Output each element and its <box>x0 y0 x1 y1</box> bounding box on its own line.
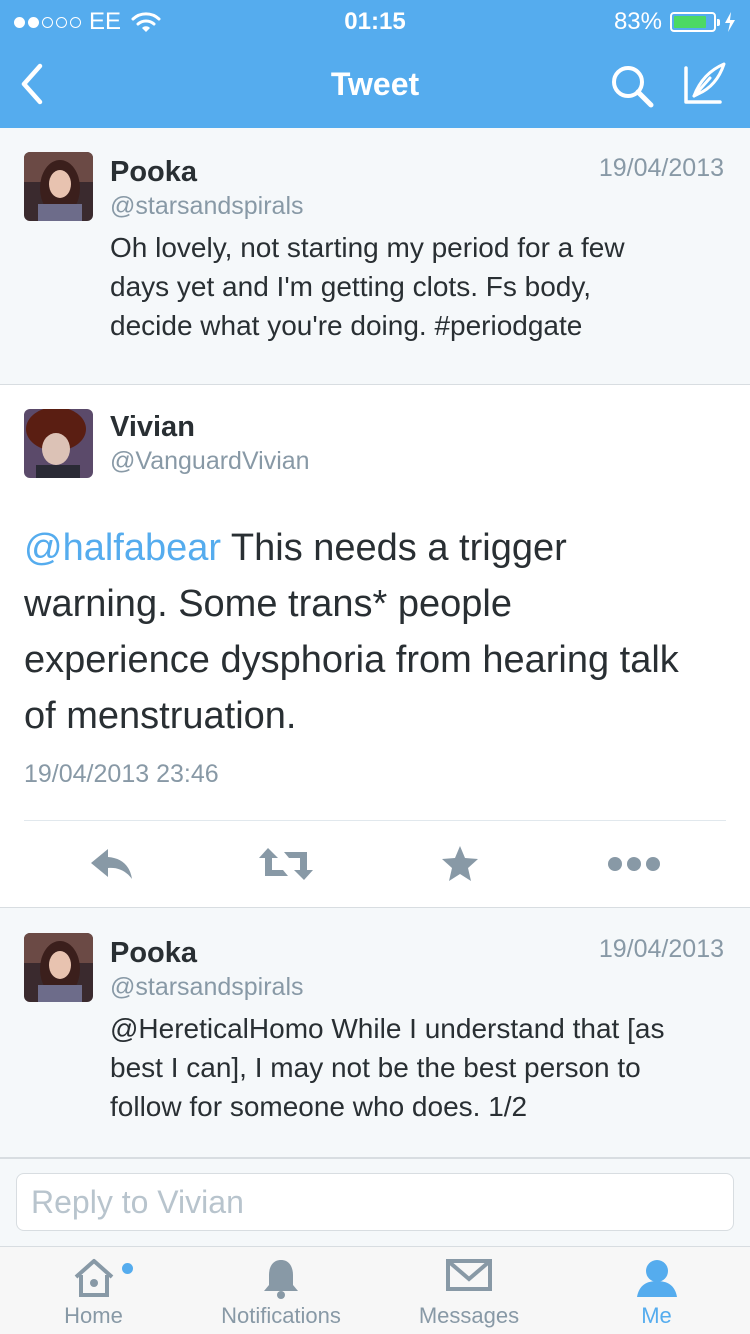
compose-quill-icon <box>684 62 726 104</box>
divider <box>24 820 726 821</box>
avatar[interactable] <box>24 933 93 1002</box>
mention-link[interactable]: @halfabear <box>24 527 221 569</box>
author-handle: @starsandspirals <box>110 192 304 220</box>
tweet-text-line: warning. Some trans* people <box>24 583 512 625</box>
tweet-timestamp: 19/04/2013 23:46 <box>24 760 219 788</box>
author-name[interactable]: Pooka <box>110 937 197 970</box>
nav-bar: Tweet <box>0 40 750 128</box>
author-name[interactable]: Pooka <box>110 156 197 189</box>
battery-percent: 83% <box>613 8 662 35</box>
tweet-date: 19/04/2013 <box>598 154 724 182</box>
tweet-text-line: of menstruation. <box>24 695 297 737</box>
home-icon <box>74 1259 113 1297</box>
battery-icon <box>670 12 720 32</box>
battery-level <box>674 16 706 28</box>
more-button[interactable] <box>604 836 664 892</box>
tweet-text: @HereticalHomo While I understand that [… <box>110 1009 710 1126</box>
avatar[interactable] <box>24 152 93 221</box>
tweet-text-line: days yet and I'm getting clots. Fs body, <box>110 271 592 302</box>
search-icon <box>612 66 654 108</box>
charging-bolt-icon <box>725 12 735 32</box>
compose-button[interactable] <box>680 58 730 108</box>
tab-label: Me <box>641 1303 672 1328</box>
favorite-star-icon <box>442 846 478 881</box>
tweet-item[interactable]: Pooka @starsandspirals 19/04/2013 @Heret… <box>0 909 750 1158</box>
bell-icon <box>264 1260 298 1299</box>
tweet-item[interactable]: Pooka @starsandspirals 19/04/2013 Oh lov… <box>0 128 750 385</box>
tweet-text-line: Oh lovely, not starting my period for a … <box>110 232 625 263</box>
tab-me[interactable]: Me <box>563 1247 750 1334</box>
favorite-button[interactable] <box>430 836 490 892</box>
tweet-text-line: This needs a trigger <box>221 527 567 569</box>
tab-notifications[interactable]: Notifications <box>187 1247 375 1334</box>
tab-label: Home <box>64 1303 123 1328</box>
reply-button[interactable] <box>82 836 142 892</box>
person-icon <box>636 1260 677 1297</box>
app-header: EE 01:15 83% Tweet <box>0 0 750 128</box>
tweet-date: 19/04/2013 <box>598 935 724 963</box>
tweet-text: Oh lovely, not starting my period for a … <box>110 228 710 345</box>
tweet-text-line: decide what you're doing. #periodgate <box>110 310 583 341</box>
more-dots-icon <box>608 857 660 871</box>
search-button[interactable] <box>608 62 656 110</box>
reply-input[interactable] <box>16 1173 734 1231</box>
retweet-icon <box>259 848 313 880</box>
author-name[interactable]: Vivian <box>110 411 195 444</box>
status-right: 83% <box>614 8 736 36</box>
tweet-text-line: experience dysphoria from hearing talk <box>24 639 679 681</box>
avatar[interactable] <box>24 409 93 478</box>
tab-bar: Home Notifications Messages Me <box>0 1246 750 1334</box>
tweet-text-line: follow for someone who does. 1/2 <box>110 1091 528 1122</box>
tab-messages[interactable]: Messages <box>375 1247 563 1334</box>
tab-label: Messages <box>418 1303 520 1328</box>
tweet-text-line: @HereticalHomo While I understand that [… <box>110 1013 665 1044</box>
tab-home[interactable]: Home <box>0 1247 187 1334</box>
tab-label: Notifications <box>221 1303 341 1328</box>
main-tweet-text: @halfabear This needs a trigger warning.… <box>24 520 734 744</box>
reply-icon <box>91 849 132 879</box>
reply-bar <box>0 1158 750 1246</box>
author-handle: @starsandspirals <box>110 973 304 1001</box>
retweet-button[interactable] <box>256 836 316 892</box>
author-handle: @VanguardVivian <box>110 447 310 475</box>
new-content-dot <box>122 1263 133 1274</box>
envelope-icon <box>446 1259 492 1291</box>
tweet-text-line: best I can], I may not be the best perso… <box>110 1052 641 1083</box>
status-bar: EE 01:15 83% <box>0 0 750 40</box>
